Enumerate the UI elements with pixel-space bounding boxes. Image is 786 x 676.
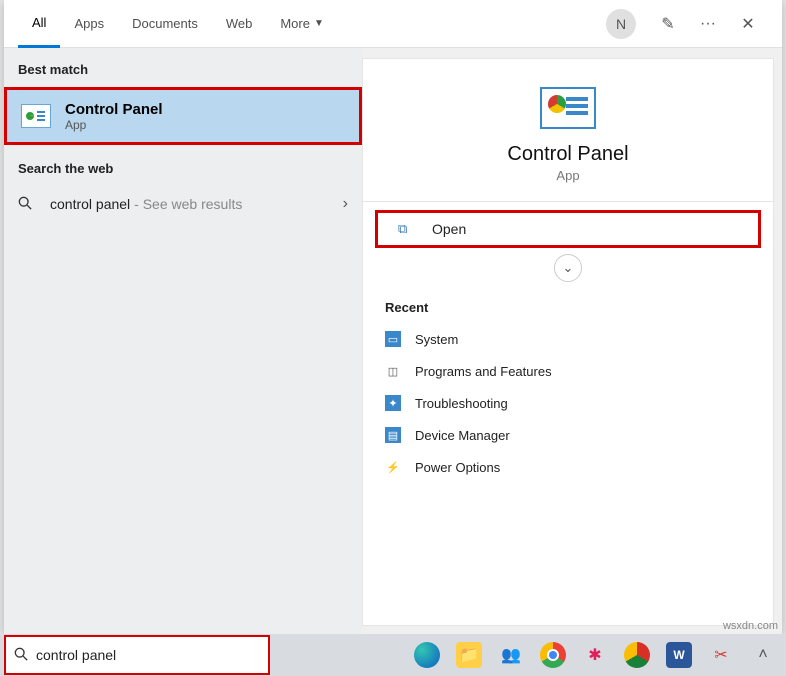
taskbar-tray: 📁 👥 ✱ W ✂ ˄ [414, 642, 786, 668]
chrome-icon[interactable] [540, 642, 566, 668]
recent-programs-features[interactable]: ◫ Programs and Features [363, 355, 773, 387]
taskbar-search-box[interactable] [4, 635, 270, 675]
tab-documents[interactable]: Documents [118, 0, 212, 48]
recent-system[interactable]: ▭ System [363, 323, 773, 355]
recent-device-manager[interactable]: ▤ Device Manager [363, 419, 773, 451]
result-title: Control Panel [65, 101, 163, 118]
control-panel-icon [21, 104, 51, 128]
web-query-text: control panel [50, 196, 130, 212]
recent-power-options[interactable]: ⚡ Power Options [363, 451, 773, 483]
troubleshoot-icon: ✦ [385, 395, 401, 411]
feedback-icon[interactable]: ✎ [656, 14, 680, 34]
chevron-down-icon: ▼ [314, 18, 324, 29]
word-icon[interactable]: W [666, 642, 692, 668]
slack-icon[interactable]: ✱ [582, 642, 608, 668]
preview-hero: Control Panel App [363, 59, 773, 201]
preview-subtitle: App [363, 168, 773, 183]
system-icon: ▭ [385, 331, 401, 347]
user-avatar[interactable]: N [606, 9, 636, 39]
edge-icon[interactable] [414, 642, 440, 668]
tab-bar: All Apps Documents Web More▼ N ✎ ··· ✕ [4, 0, 782, 48]
more-options-icon[interactable]: ··· [696, 15, 720, 33]
device-manager-icon: ▤ [385, 427, 401, 443]
programs-icon: ◫ [385, 363, 401, 379]
tab-apps[interactable]: Apps [60, 0, 118, 48]
close-icon[interactable]: ✕ [736, 14, 760, 34]
recent-heading: Recent [363, 292, 773, 323]
results-pane: Best match Control Panel App Search the … [4, 48, 362, 634]
snipping-tool-icon[interactable]: ✂ [708, 642, 734, 668]
preview-title: Control Panel [363, 143, 773, 166]
result-subtitle: App [65, 118, 163, 132]
open-action[interactable]: ⧉ Open [375, 210, 761, 248]
teams-icon[interactable]: 👥 [498, 642, 524, 668]
watermark: wsxdn.com [723, 620, 778, 632]
tab-all[interactable]: All [18, 0, 60, 48]
best-match-heading: Best match [4, 48, 362, 85]
search-web-heading: Search the web [4, 147, 362, 184]
tab-more[interactable]: More▼ [266, 0, 338, 48]
preview-pane: Control Panel App ⧉ Open ⌄ Recent ▭ Syst… [362, 58, 774, 626]
tab-web[interactable]: Web [212, 0, 267, 48]
search-input[interactable] [36, 647, 268, 663]
chevron-right-icon: › [343, 195, 348, 213]
best-match-result[interactable]: Control Panel App [4, 87, 362, 145]
web-results-hint: - See web results [134, 196, 242, 212]
file-explorer-icon[interactable]: 📁 [456, 642, 482, 668]
open-icon: ⧉ [398, 221, 418, 237]
power-icon: ⚡ [385, 459, 401, 475]
expand-actions-button[interactable]: ⌄ [554, 254, 582, 282]
search-icon [18, 196, 38, 213]
search-window: All Apps Documents Web More▼ N ✎ ··· ✕ B… [4, 0, 782, 634]
tray-chevron-up-icon[interactable]: ˄ [750, 642, 776, 668]
main-area: Best match Control Panel App Search the … [4, 48, 782, 634]
recent-troubleshooting[interactable]: ✦ Troubleshooting [363, 387, 773, 419]
search-icon [6, 647, 36, 664]
chrome-canary-icon[interactable] [624, 642, 650, 668]
open-label: Open [432, 221, 466, 237]
taskbar: 📁 👥 ✱ W ✂ ˄ [0, 634, 786, 676]
control-panel-icon [540, 87, 596, 129]
web-search-row[interactable]: control panel - See web results › [4, 184, 362, 224]
